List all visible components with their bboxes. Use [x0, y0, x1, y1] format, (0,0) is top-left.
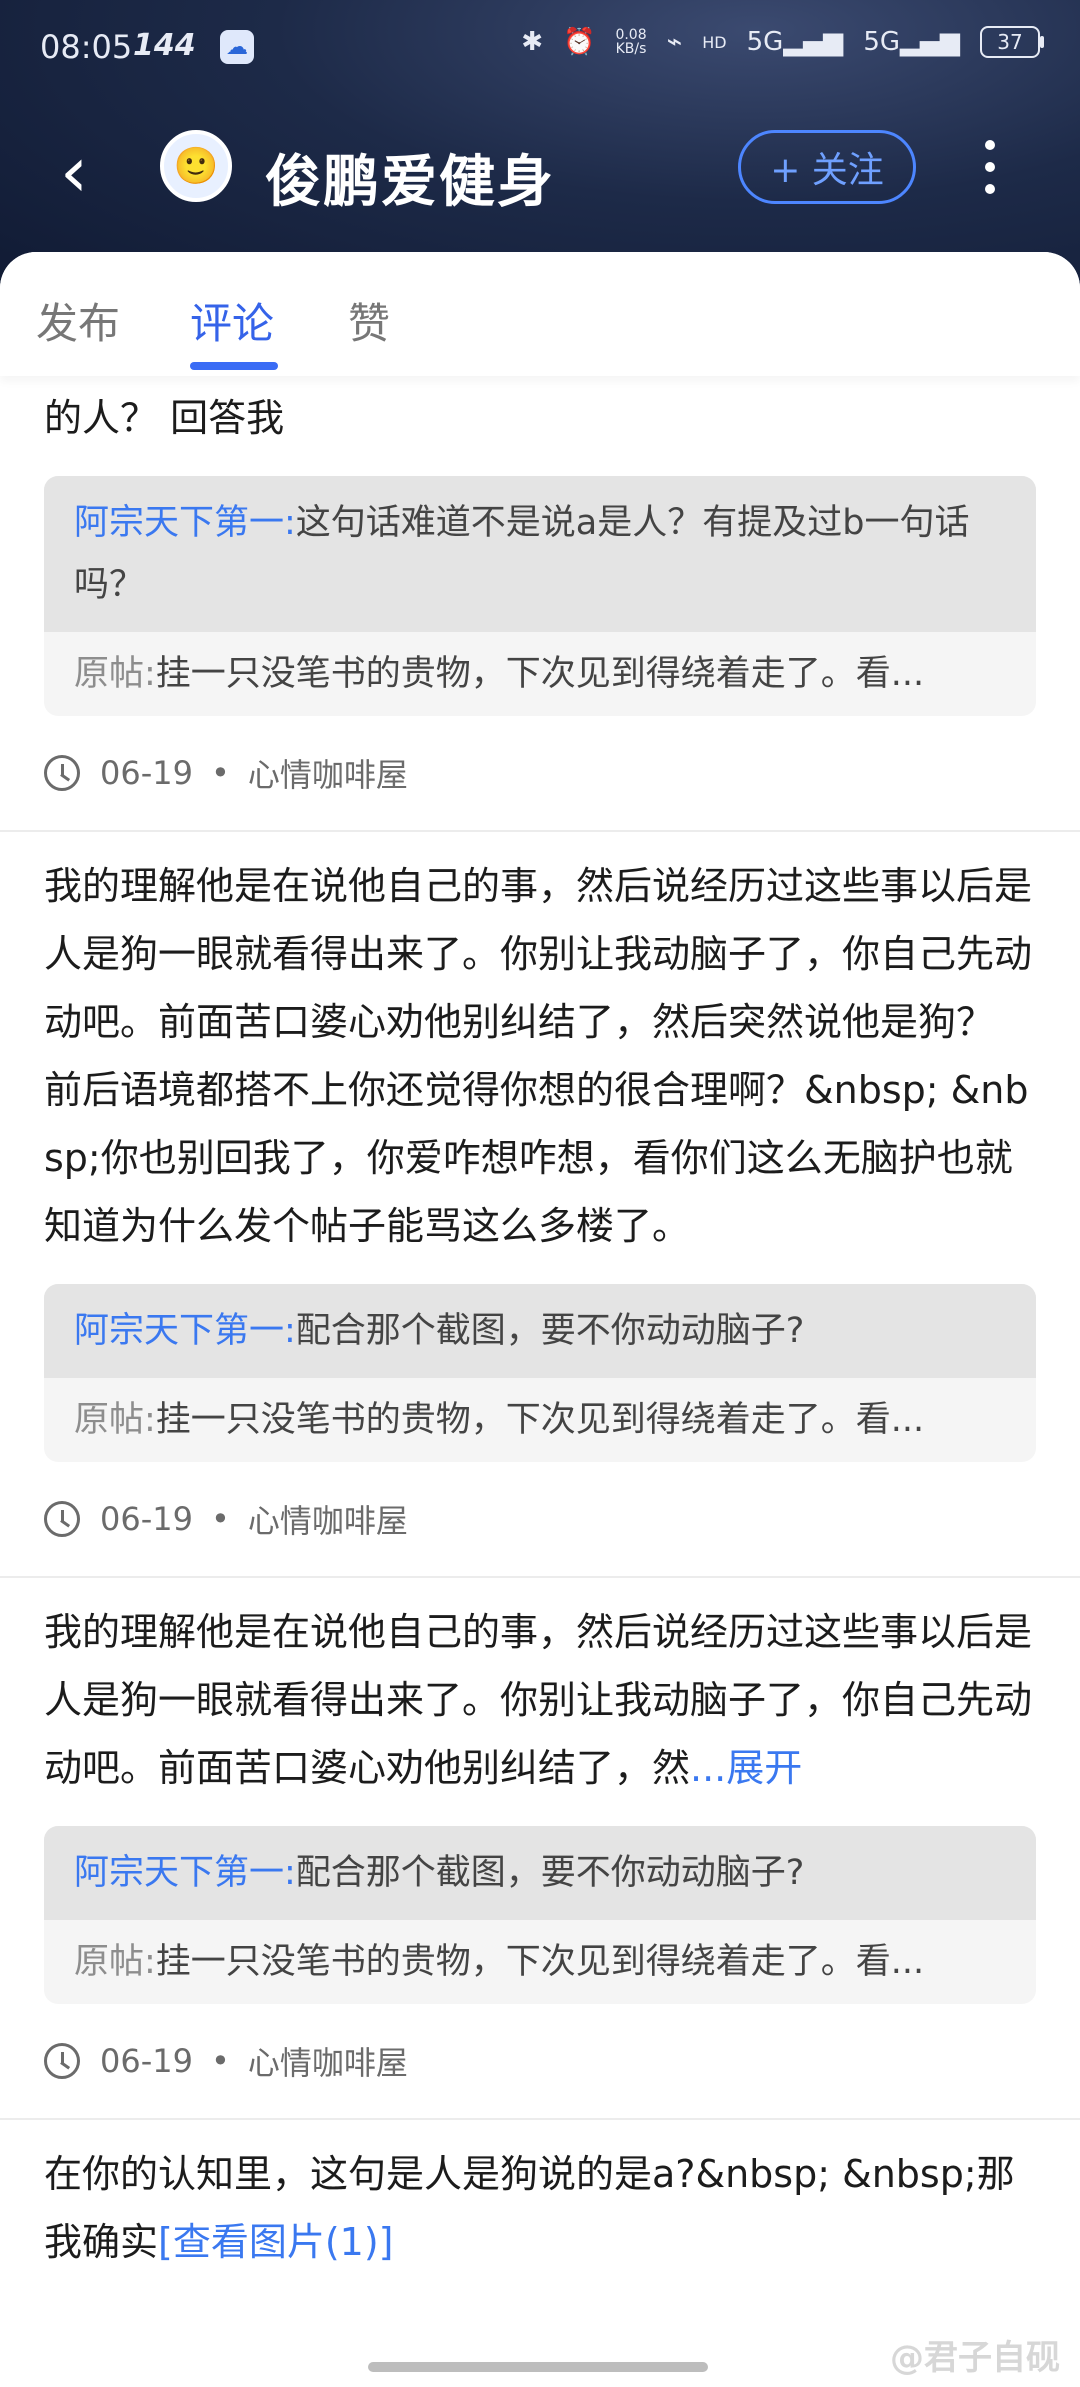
- comment-list: 的人？ 回答我 阿宗天下第一:这句话难道不是说a是人？有提及过b一句话吗？ 原帖…: [0, 376, 1080, 2276]
- status-time: 08:05: [40, 28, 133, 66]
- reply-text: 配合那个截图，要不你动动脑子?: [295, 1853, 805, 1893]
- tab-likes[interactable]: 赞: [348, 290, 390, 351]
- reply-username[interactable]: 阿宗天下第一:: [74, 503, 296, 543]
- list-item[interactable]: 在你的认知里，这句是人是狗说的是a?&nbsp; &nbsp;那我确实[查看图片…: [0, 2120, 1080, 2276]
- board-name[interactable]: 心情咖啡屋: [248, 2038, 408, 2084]
- original-post-text: 挂一只没笔书的贵物，下次见到得绕着走了。看...: [155, 1400, 925, 1440]
- bluetooth-icon: ✱: [521, 27, 544, 57]
- wifi-icon: ⌁: [666, 27, 683, 57]
- clock-icon: [44, 2043, 80, 2079]
- page-title: 俊鹏爱健身: [265, 150, 555, 215]
- board-name[interactable]: 心情咖啡屋: [248, 750, 408, 796]
- clock-icon: [44, 755, 80, 791]
- comment-date: 06-19: [100, 1500, 193, 1538]
- reply-text: 配合那个截图，要不你动动脑子?: [295, 1311, 805, 1351]
- content-panel: 发布 评论 赞 的人？ 回答我 阿宗天下第一:这句话难道不是说a是人？有提及过b…: [0, 252, 1080, 2387]
- reply-username[interactable]: 阿宗天下第一:: [74, 1853, 296, 1893]
- active-tab-indicator: [190, 362, 278, 370]
- network-speed: 0.08 KB/s: [615, 27, 647, 57]
- battery-icon: 37: [980, 26, 1044, 58]
- comment-text: 的人？ 回答我: [44, 396, 285, 440]
- comment-text: 在你的认知里，这句是人是狗说的是a?&nbsp; &nbsp;那我确实[查看图片…: [44, 2152, 1015, 2264]
- list-item[interactable]: 我的理解他是在说他自己的事，然后说经历过这些事以后是人是狗一眼就看得出来了。你别…: [0, 1578, 1080, 2120]
- alarm-icon: ⏰: [563, 27, 596, 57]
- original-post-label: 原帖:: [74, 1942, 156, 1982]
- board-name[interactable]: 心情咖啡屋: [248, 1496, 408, 1542]
- reply-username[interactable]: 阿宗天下第一:: [74, 1311, 296, 1351]
- status-bar: 08:05 144 ☁ ✱ ⏰ 0.08 KB/s ⌁ HD 5G▂▄▆ 5G▂…: [0, 0, 1080, 92]
- comment-date: 06-19: [100, 2042, 193, 2080]
- view-image-link[interactable]: [查看图片(1)]: [158, 2220, 393, 2264]
- separator-dot: •: [210, 2042, 230, 2080]
- comment-meta: 06-19 • 心情咖啡屋: [44, 716, 1036, 830]
- tab-comments[interactable]: 评论: [190, 290, 274, 351]
- original-post-text: 挂一只没笔书的贵物，下次见到得绕着走了。看...: [155, 654, 925, 694]
- home-indicator[interactable]: [368, 2362, 708, 2372]
- list-item[interactable]: 我的理解他是在说他自己的事，然后说经历过这些事以后是人是狗一眼就看得出来了。你别…: [0, 832, 1080, 1578]
- comment-text: 我的理解他是在说他自己的事，然后说经历过这些事以后是人是狗一眼就看得出来了。你别…: [44, 1610, 1033, 1790]
- comment-date: 06-19: [100, 754, 193, 792]
- list-item[interactable]: 的人？ 回答我 阿宗天下第一:这句话难道不是说a是人？有提及过b一句话吗？ 原帖…: [0, 376, 1080, 832]
- tab-publish[interactable]: 发布: [36, 290, 120, 351]
- tab-bar: 发布 评论 赞: [0, 252, 1080, 376]
- app-bar: ‹ 🙂 俊鹏爱健身 + 关注: [0, 92, 1080, 252]
- quoted-reply[interactable]: 阿宗天下第一:配合那个截图，要不你动动脑子? 原帖:挂一只没笔书的贵物，下次见到…: [44, 1284, 1036, 1462]
- refresh-rate: 144: [133, 28, 196, 63]
- original-post-label: 原帖:: [74, 1400, 156, 1440]
- more-vertical-icon[interactable]: [970, 130, 1010, 204]
- original-post-text: 挂一只没笔书的贵物，下次见到得绕着走了。看...: [155, 1942, 925, 1982]
- watermark: @君子自砚: [890, 2338, 1060, 2378]
- avatar[interactable]: 🙂: [160, 130, 232, 202]
- comment-text: 我的理解他是在说他自己的事，然后说经历过这些事以后是人是狗一眼就看得出来了。你别…: [44, 864, 1033, 1248]
- clock-icon: [44, 1501, 80, 1537]
- quoted-reply[interactable]: 阿宗天下第一:配合那个截图，要不你动动脑子? 原帖:挂一只没笔书的贵物，下次见到…: [44, 1826, 1036, 2004]
- signal2-icon: 5G▂▄▆: [863, 27, 960, 57]
- app-notification-icon: ☁: [220, 30, 254, 64]
- follow-button[interactable]: + 关注: [738, 130, 916, 204]
- separator-dot: •: [210, 754, 230, 792]
- quoted-reply[interactable]: 阿宗天下第一:这句话难道不是说a是人？有提及过b一句话吗？ 原帖:挂一只没笔书的…: [44, 476, 1036, 716]
- signal-icon: 5G▂▄▆: [746, 27, 844, 57]
- original-post-label: 原帖:: [74, 654, 156, 694]
- separator-dot: •: [210, 1500, 230, 1538]
- comment-meta: 06-19 • 心情咖啡屋: [44, 1462, 1036, 1576]
- comment-meta: 06-19 • 心情咖啡屋: [44, 2004, 1036, 2118]
- back-chevron-icon[interactable]: ‹: [60, 137, 120, 207]
- expand-link[interactable]: ...展开: [690, 1746, 802, 1790]
- hd-icon: HD: [702, 32, 727, 52]
